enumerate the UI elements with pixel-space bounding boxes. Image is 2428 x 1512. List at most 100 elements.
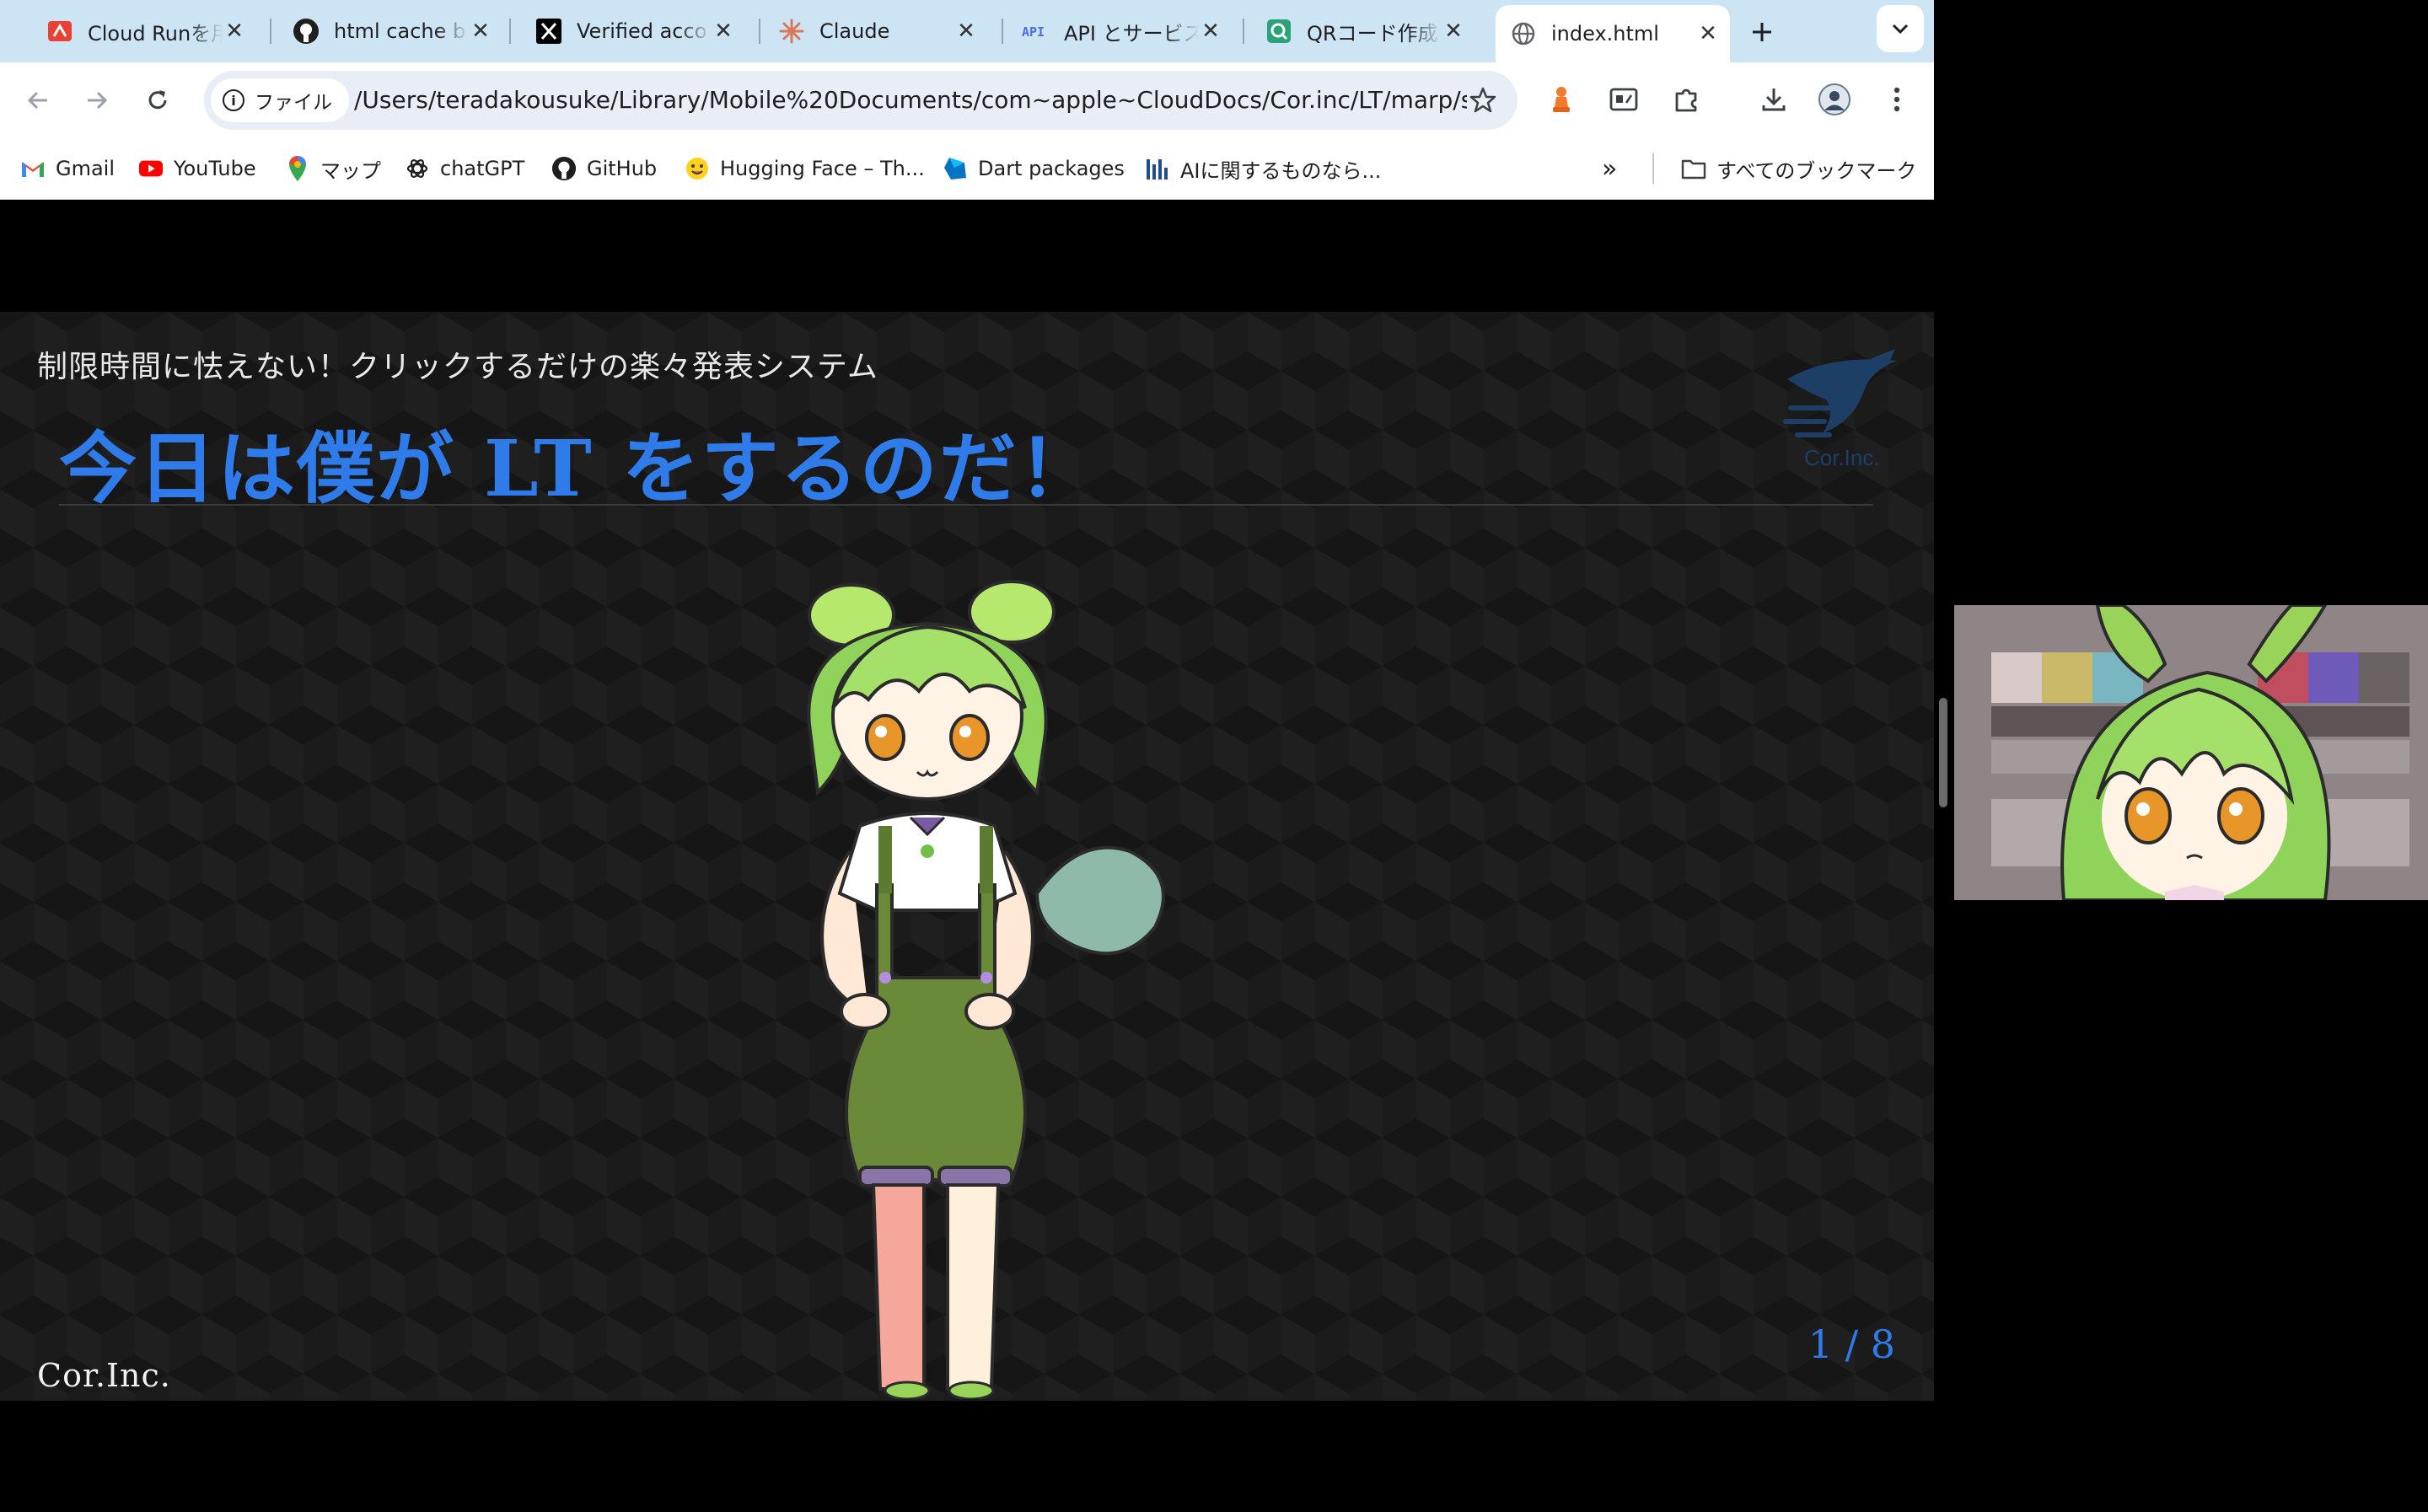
profile-button[interactable] xyxy=(1813,78,1856,121)
url-text[interactable]: /Users/teradakousuke/Library/Mobile%20Do… xyxy=(354,71,1467,130)
close-icon[interactable]: ✕ xyxy=(1696,21,1720,46)
more-bookmarks-button[interactable]: » xyxy=(1602,150,1617,187)
bookmark-hugging-face[interactable]: Hugging Face – Th... xyxy=(685,150,925,187)
bookmark-gmail[interactable]: Gmail xyxy=(20,150,115,187)
close-icon[interactable]: ✕ xyxy=(954,19,978,44)
close-icon[interactable]: ✕ xyxy=(712,19,735,44)
picture-in-picture-icon xyxy=(1609,88,1638,111)
avatar-character-illustration xyxy=(1954,605,2428,900)
page-number: 1 / 8 xyxy=(1808,1322,1895,1367)
chess-piece-icon xyxy=(1553,87,1570,112)
tab-qr[interactable]: QRコード作成 ✕ xyxy=(1251,7,1475,56)
extensions-button[interactable] xyxy=(1664,78,1708,121)
bookmark-label: マップ xyxy=(320,158,381,183)
slide-title: 今日は僕が LT をするのだ！ xyxy=(59,423,1098,514)
forward-button[interactable] xyxy=(76,79,118,121)
browser-window: Cloud Runを用 ✕ html cache b ✕ Verified ac… xyxy=(0,0,1934,1401)
presentation-slide[interactable]: 制限時間に怯えない！クリックするだけの楽々発表システム 今日は僕が LT をする… xyxy=(0,312,1934,1401)
google-cloud-icon xyxy=(46,17,74,46)
avatar-camera-overlay xyxy=(1954,605,2428,900)
dart-icon xyxy=(943,156,968,181)
svg-text:API: API xyxy=(1022,24,1045,40)
new-tab-button[interactable] xyxy=(1743,13,1781,51)
bookmark-label: chatGPT xyxy=(440,157,525,180)
bookmark-label: GitHub xyxy=(587,157,658,180)
bookmark-chatgpt[interactable]: chatGPT xyxy=(405,150,524,187)
bookmarks-divider xyxy=(1652,153,1654,184)
chatgpt-icon xyxy=(405,156,430,181)
menu-button[interactable] xyxy=(1875,78,1919,121)
extension-button[interactable] xyxy=(1539,78,1583,121)
tab-github[interactable]: html cache b ✕ xyxy=(278,7,502,56)
bookmark-dart-packages[interactable]: Dart packages xyxy=(943,150,1125,187)
bookmark-youtube[interactable]: YouTube xyxy=(138,150,256,187)
title-divider xyxy=(59,504,1873,506)
bookmark-label: AIに関するものなら... xyxy=(1180,158,1382,183)
tab-title: API とサービス xyxy=(1064,21,1199,46)
github-icon xyxy=(551,156,577,181)
scrollbar-thumb[interactable] xyxy=(1939,698,1947,807)
tab-api[interactable]: API API とサービス ✕ xyxy=(1008,7,1233,56)
tab-x[interactable]: Verified acco ✕ xyxy=(521,7,745,56)
close-icon[interactable]: ✕ xyxy=(223,19,246,44)
reload-button[interactable] xyxy=(137,79,179,121)
navigation-toolbar: i ファイル /Users/teradakousuke/Library/Mobi… xyxy=(0,62,1934,138)
youtube-icon xyxy=(138,156,164,181)
site-info-chip[interactable]: i ファイル xyxy=(211,78,349,122)
bookmark-github[interactable]: GitHub xyxy=(551,150,657,187)
avatar xyxy=(1818,83,1851,115)
logo-text: Cor.Inc. xyxy=(1804,445,1880,470)
tab-strip: Cloud Runを用 ✕ html cache b ✕ Verified ac… xyxy=(0,0,1934,62)
tab-search-button[interactable] xyxy=(1877,5,1924,52)
plus-icon xyxy=(1753,23,1771,41)
puzzle-icon xyxy=(1675,88,1697,112)
bookmark-label: Hugging Face – Th... xyxy=(720,157,925,180)
bookmark-label: Dart packages xyxy=(978,157,1125,180)
arrow-right-icon xyxy=(88,91,108,110)
bookmark-star-button[interactable] xyxy=(1464,81,1502,120)
double-chevron-icon: » xyxy=(1602,153,1618,184)
extension-button[interactable] xyxy=(1602,78,1646,121)
arrow-left-icon xyxy=(27,91,47,110)
close-icon[interactable]: ✕ xyxy=(1199,19,1222,44)
bookmark-ai[interactable]: AIに関するものなら... xyxy=(1145,150,1381,187)
tab-separator xyxy=(759,19,760,44)
all-bookmarks-label: すべてのブックマーク xyxy=(1716,158,1917,183)
tab-claude[interactable]: Claude ✕ xyxy=(764,7,988,56)
download-icon xyxy=(1762,88,1786,111)
tab-title: html cache b xyxy=(334,19,466,43)
tab-cloud-run[interactable]: Cloud Runを用 ✕ xyxy=(32,7,256,56)
close-icon[interactable]: ✕ xyxy=(1442,19,1465,44)
star-icon xyxy=(1469,87,1496,113)
info-icon: i xyxy=(223,89,244,111)
bookmarks-bar: Gmail YouTube マップ chatGPT GitHub Hugging… xyxy=(0,138,1934,200)
folder-icon xyxy=(1681,156,1706,181)
bookmark-label: Gmail xyxy=(56,157,115,180)
globe-icon xyxy=(1509,19,1538,48)
close-icon[interactable]: ✕ xyxy=(469,19,492,44)
bookmark-label: YouTube xyxy=(174,157,256,180)
tab-title: Cloud Runを用 xyxy=(88,21,223,46)
tab-separator xyxy=(1243,19,1244,44)
github-icon xyxy=(292,17,320,46)
tab-index-html[interactable]: index.html ✕ xyxy=(1496,5,1730,62)
x-icon xyxy=(534,17,563,46)
all-bookmarks-button[interactable]: すべてのブックマーク xyxy=(1681,150,1916,187)
mascot-character-illustration xyxy=(807,580,1165,1399)
maps-icon xyxy=(285,156,310,181)
back-button[interactable] xyxy=(17,79,59,121)
downloads-button[interactable] xyxy=(1752,78,1796,121)
more-vert-icon xyxy=(1894,87,1900,112)
tab-separator xyxy=(509,19,511,44)
address-bar[interactable]: i ファイル /Users/teradakousuke/Library/Mobi… xyxy=(204,71,1518,130)
tab-title: Claude xyxy=(819,19,890,43)
slide-footer: Cor.Inc. xyxy=(37,1357,171,1394)
tab-separator xyxy=(270,19,271,44)
tab-title: index.html xyxy=(1551,22,1659,46)
reload-icon xyxy=(148,90,167,110)
api-icon: API xyxy=(1022,17,1050,46)
tab-title: Verified acco xyxy=(577,19,707,43)
qr-icon xyxy=(1265,17,1293,46)
bookmark-maps[interactable]: マップ xyxy=(285,150,381,187)
claude-icon xyxy=(777,17,806,46)
